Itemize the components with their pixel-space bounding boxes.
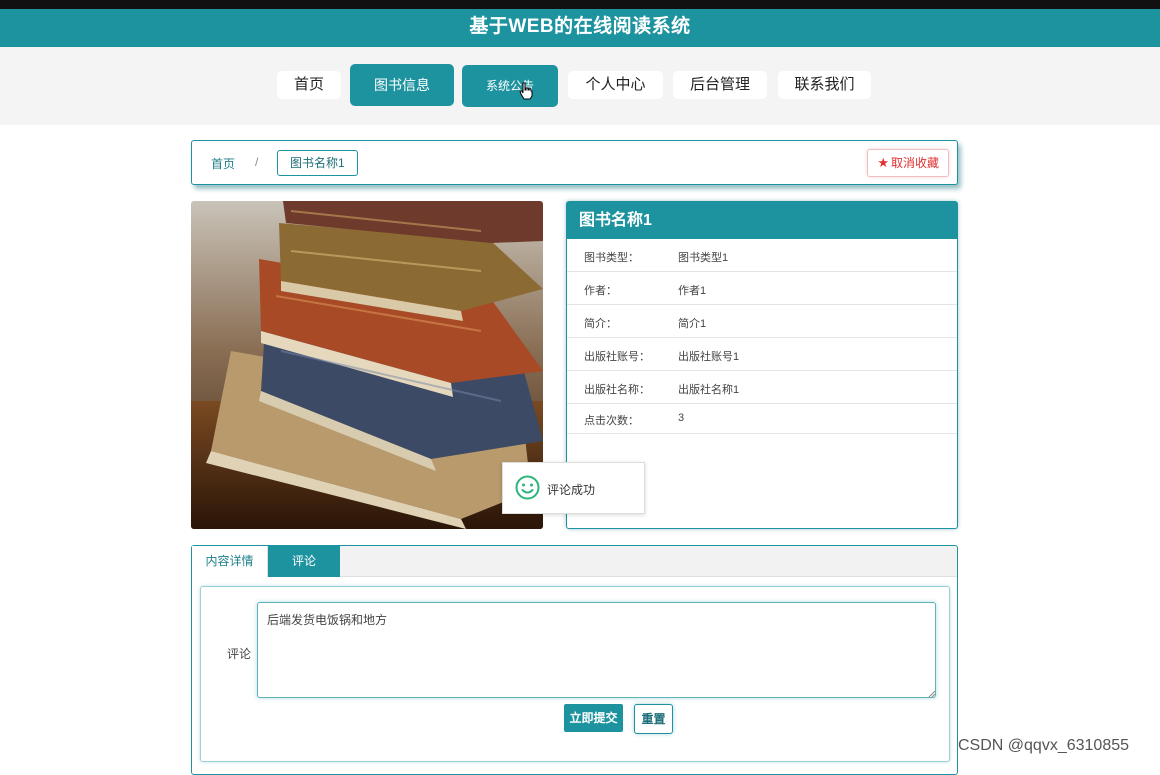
- comment-label: 评论: [227, 647, 252, 661]
- comment-textarea[interactable]: 后端发货电饭锅和地方: [257, 602, 936, 698]
- nav-announcements[interactable]: 系统公告: [462, 65, 558, 107]
- breadcrumb-separator: /: [255, 155, 259, 169]
- field-value: 3: [678, 412, 685, 424]
- book-cover-image: [191, 201, 543, 529]
- field-key: 作者：: [584, 285, 617, 297]
- hand-cursor-icon: [519, 82, 533, 100]
- book-field-row: 作者： 作者1: [567, 272, 957, 305]
- nav-contact[interactable]: 联系我们: [778, 71, 871, 99]
- nav-home[interactable]: 首页: [277, 71, 341, 99]
- book-field-row: 出版社名称： 出版社名称1: [567, 371, 957, 404]
- tab-content-details[interactable]: 内容详情: [192, 546, 268, 577]
- submit-button[interactable]: 立即提交: [564, 704, 623, 732]
- nav-book-info[interactable]: 图书信息: [350, 64, 454, 106]
- unfavorite-button[interactable]: ★ 取消收藏: [867, 149, 949, 177]
- toast-message: 评论成功: [547, 483, 596, 497]
- breadcrumb-current[interactable]: 图书名称1: [277, 150, 358, 176]
- success-toast: 评论成功: [502, 462, 645, 514]
- star-icon: ★: [877, 155, 889, 170]
- book-field-row: 出版社账号： 出版社账号1: [567, 338, 957, 371]
- detail-tabs-panel: 内容详情 评论 评论 后端发货电饭锅和地方 立即提交 重置: [191, 545, 958, 775]
- book-field-row: 点击次数： 3: [567, 404, 957, 434]
- field-key: 出版社账号：: [584, 351, 650, 363]
- field-value: 出版社名称1: [678, 384, 740, 396]
- comment-form: 评论 后端发货电饭锅和地方 立即提交 重置: [200, 586, 950, 762]
- breadcrumb-home[interactable]: 首页: [211, 155, 235, 172]
- tab-comments[interactable]: 评论: [268, 546, 340, 577]
- book-name-heading: 图书名称1: [567, 202, 957, 239]
- nav-personal-center[interactable]: 个人中心: [568, 71, 663, 99]
- resize-handle-icon[interactable]: [928, 690, 936, 698]
- field-value: 图书类型1: [678, 252, 729, 264]
- main-nav: 首页 图书信息 系统公告 个人中心 后台管理 联系我们: [0, 47, 1160, 125]
- field-value: 简介1: [678, 318, 707, 330]
- tab-bar: 内容详情 评论: [192, 546, 957, 577]
- site-header: 基于WEB的在线阅读系统: [0, 9, 1160, 47]
- field-key: 点击次数：: [584, 415, 639, 427]
- smile-icon: [515, 475, 540, 500]
- site-title: 基于WEB的在线阅读系统: [469, 16, 691, 37]
- book-field-row: 图书类型： 图书类型1: [567, 239, 957, 272]
- reset-button[interactable]: 重置: [634, 704, 673, 734]
- nav-admin[interactable]: 后台管理: [673, 71, 767, 99]
- book-field-row: 简介： 简介1: [567, 305, 957, 338]
- field-key: 出版社名称：: [584, 384, 650, 396]
- breadcrumb: 首页 / 图书名称1 ★ 取消收藏: [191, 140, 958, 185]
- field-value: 出版社账号1: [678, 351, 740, 363]
- field-key: 简介：: [584, 318, 617, 330]
- field-key: 图书类型：: [584, 252, 639, 264]
- watermark-text: CSDN @qqvx_6310855: [958, 737, 1130, 754]
- field-value: 作者1: [678, 285, 707, 297]
- unfavorite-label: 取消收藏: [890, 156, 939, 170]
- window-top-strip: [0, 0, 1160, 9]
